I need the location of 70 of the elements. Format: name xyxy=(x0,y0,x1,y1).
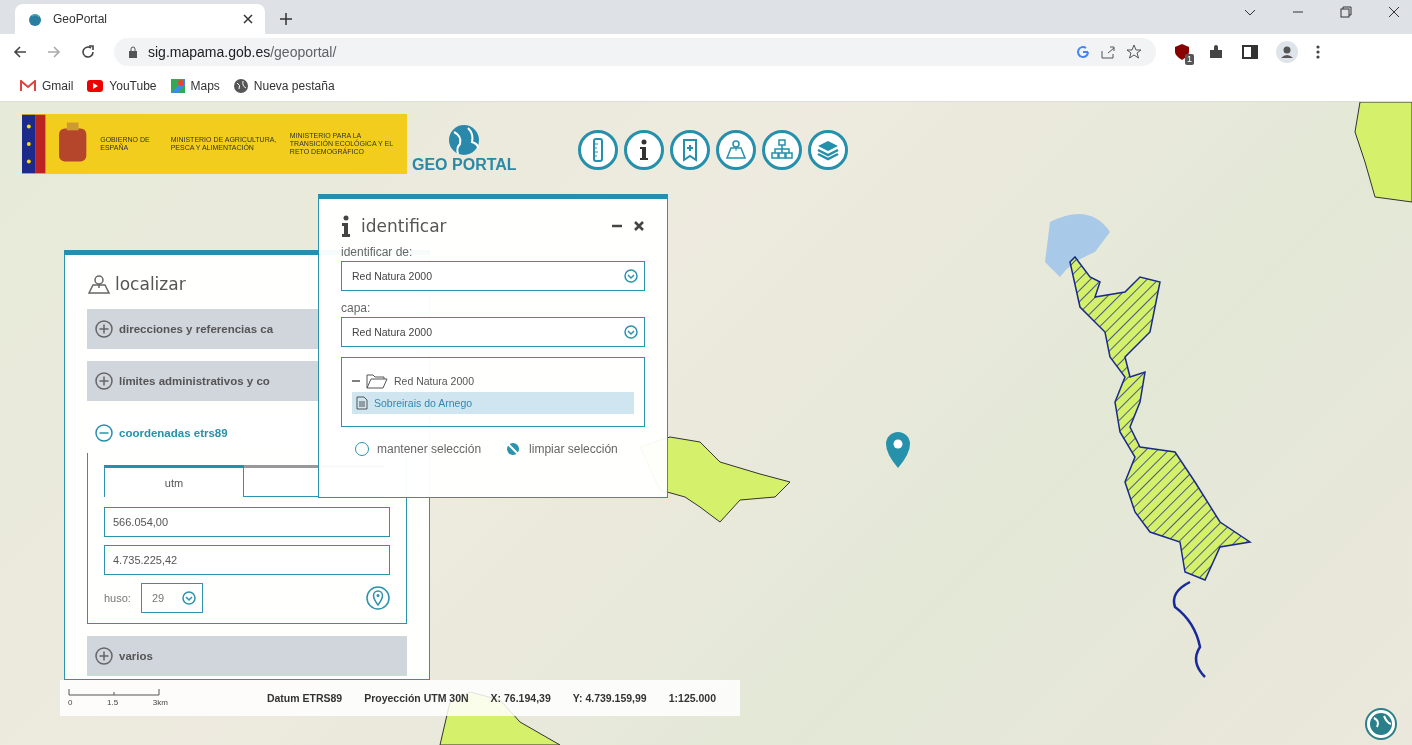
url-text: sig.mapama.gob.es/geoportal/ xyxy=(148,44,337,60)
coordinate-field[interactable]: 4.735.225,42 xyxy=(104,545,390,575)
address-bar[interactable]: sig.mapama.gob.es/geoportal/ xyxy=(114,38,1156,66)
reload-icon[interactable] xyxy=(80,44,96,60)
minus-circle-icon xyxy=(95,424,113,442)
close-icon[interactable] xyxy=(1388,6,1400,18)
layer-dropdown[interactable]: Red Natura 2000 xyxy=(341,317,645,347)
clear-selection-button[interactable]: limpiar selección xyxy=(505,441,618,457)
plus-circle-icon xyxy=(95,372,113,390)
google-g-icon[interactable] xyxy=(1076,45,1090,59)
status-text: Y: 4.739.159,99 xyxy=(572,692,647,704)
bookmark-link[interactable]: Maps xyxy=(170,78,220,93)
bookmark-link[interactable]: Gmail xyxy=(20,78,74,93)
close-icon[interactable] xyxy=(243,14,253,24)
field-label: huso: xyxy=(104,592,131,604)
folder-icon xyxy=(366,373,388,389)
new-tab-icon[interactable] xyxy=(279,12,293,26)
layers-icon xyxy=(817,138,839,162)
chevron-down-icon xyxy=(624,325,638,339)
field-label: capa: xyxy=(341,301,372,315)
bookmark-link[interactable]: YouTube xyxy=(87,78,157,93)
lock-icon xyxy=(128,46,138,58)
clear-icon xyxy=(505,441,522,457)
extension-button[interactable]: 1 xyxy=(1174,43,1190,61)
star-icon[interactable] xyxy=(1126,44,1142,60)
accordion-header[interactable]: límites administrativos y co xyxy=(87,361,318,401)
scale-label: 0 xyxy=(68,698,73,707)
location-pin-icon[interactable] xyxy=(886,432,910,468)
document-icon xyxy=(356,396,368,410)
scale-label: 3km xyxy=(152,698,168,707)
restore-icon[interactable] xyxy=(1340,6,1352,18)
accordion-header[interactable]: direcciones y referencias ca xyxy=(87,309,318,349)
extension-badge: 1 xyxy=(1185,54,1194,65)
panel-title: identificar xyxy=(361,216,448,236)
status-text: Proyección UTM 30N xyxy=(364,692,469,704)
status-text: X: 76.194,39 xyxy=(490,692,551,704)
mail-icon xyxy=(20,79,36,92)
plus-circle-icon xyxy=(95,647,113,665)
browser-tab[interactable]: GeoPortal xyxy=(15,4,265,34)
play-icon xyxy=(87,79,104,92)
back-arrow-icon[interactable] xyxy=(12,44,28,60)
chevron-down-icon xyxy=(181,591,196,605)
side-panel-icon[interactable] xyxy=(1242,45,1258,59)
minus-icon xyxy=(352,379,360,383)
scale-bar-icon xyxy=(68,689,160,696)
coordinate-field[interactable]: 566.054,00 xyxy=(104,507,390,537)
lake-shape xyxy=(1045,214,1110,277)
close-icon[interactable] xyxy=(633,220,645,232)
hierarchy-icon xyxy=(771,138,793,162)
field-label: identificar de: xyxy=(341,245,414,259)
tree-item[interactable]: Red Natura 2000 xyxy=(352,370,634,392)
zone-dropdown[interactable]: 29 xyxy=(140,583,203,613)
protected-area[interactable] xyxy=(1069,255,1252,581)
avatar-icon[interactable] xyxy=(1276,41,1298,63)
status-text: Datum ETRS89 xyxy=(266,692,343,704)
bookmark-link[interactable]: Nueva pestaña xyxy=(233,78,335,93)
chevron-down-icon xyxy=(624,269,638,283)
location-pin-icon[interactable] xyxy=(366,586,390,610)
status-text: 1:125.000 xyxy=(668,692,716,704)
share-icon[interactable] xyxy=(1100,45,1116,59)
more-icon[interactable] xyxy=(1316,44,1320,60)
accordion-header[interactable]: varios xyxy=(87,636,407,676)
coordinate-tab[interactable]: utm xyxy=(104,465,244,497)
scale-label: 1.5 xyxy=(107,698,119,707)
panel-title: localizar xyxy=(115,274,186,294)
shield-icon xyxy=(1174,43,1190,61)
plus-circle-icon xyxy=(95,320,113,338)
info-icon xyxy=(341,215,351,237)
portal-name: GEO PORTAL xyxy=(412,156,517,174)
layer-dropdown[interactable]: Red Natura 2000 xyxy=(341,261,645,291)
